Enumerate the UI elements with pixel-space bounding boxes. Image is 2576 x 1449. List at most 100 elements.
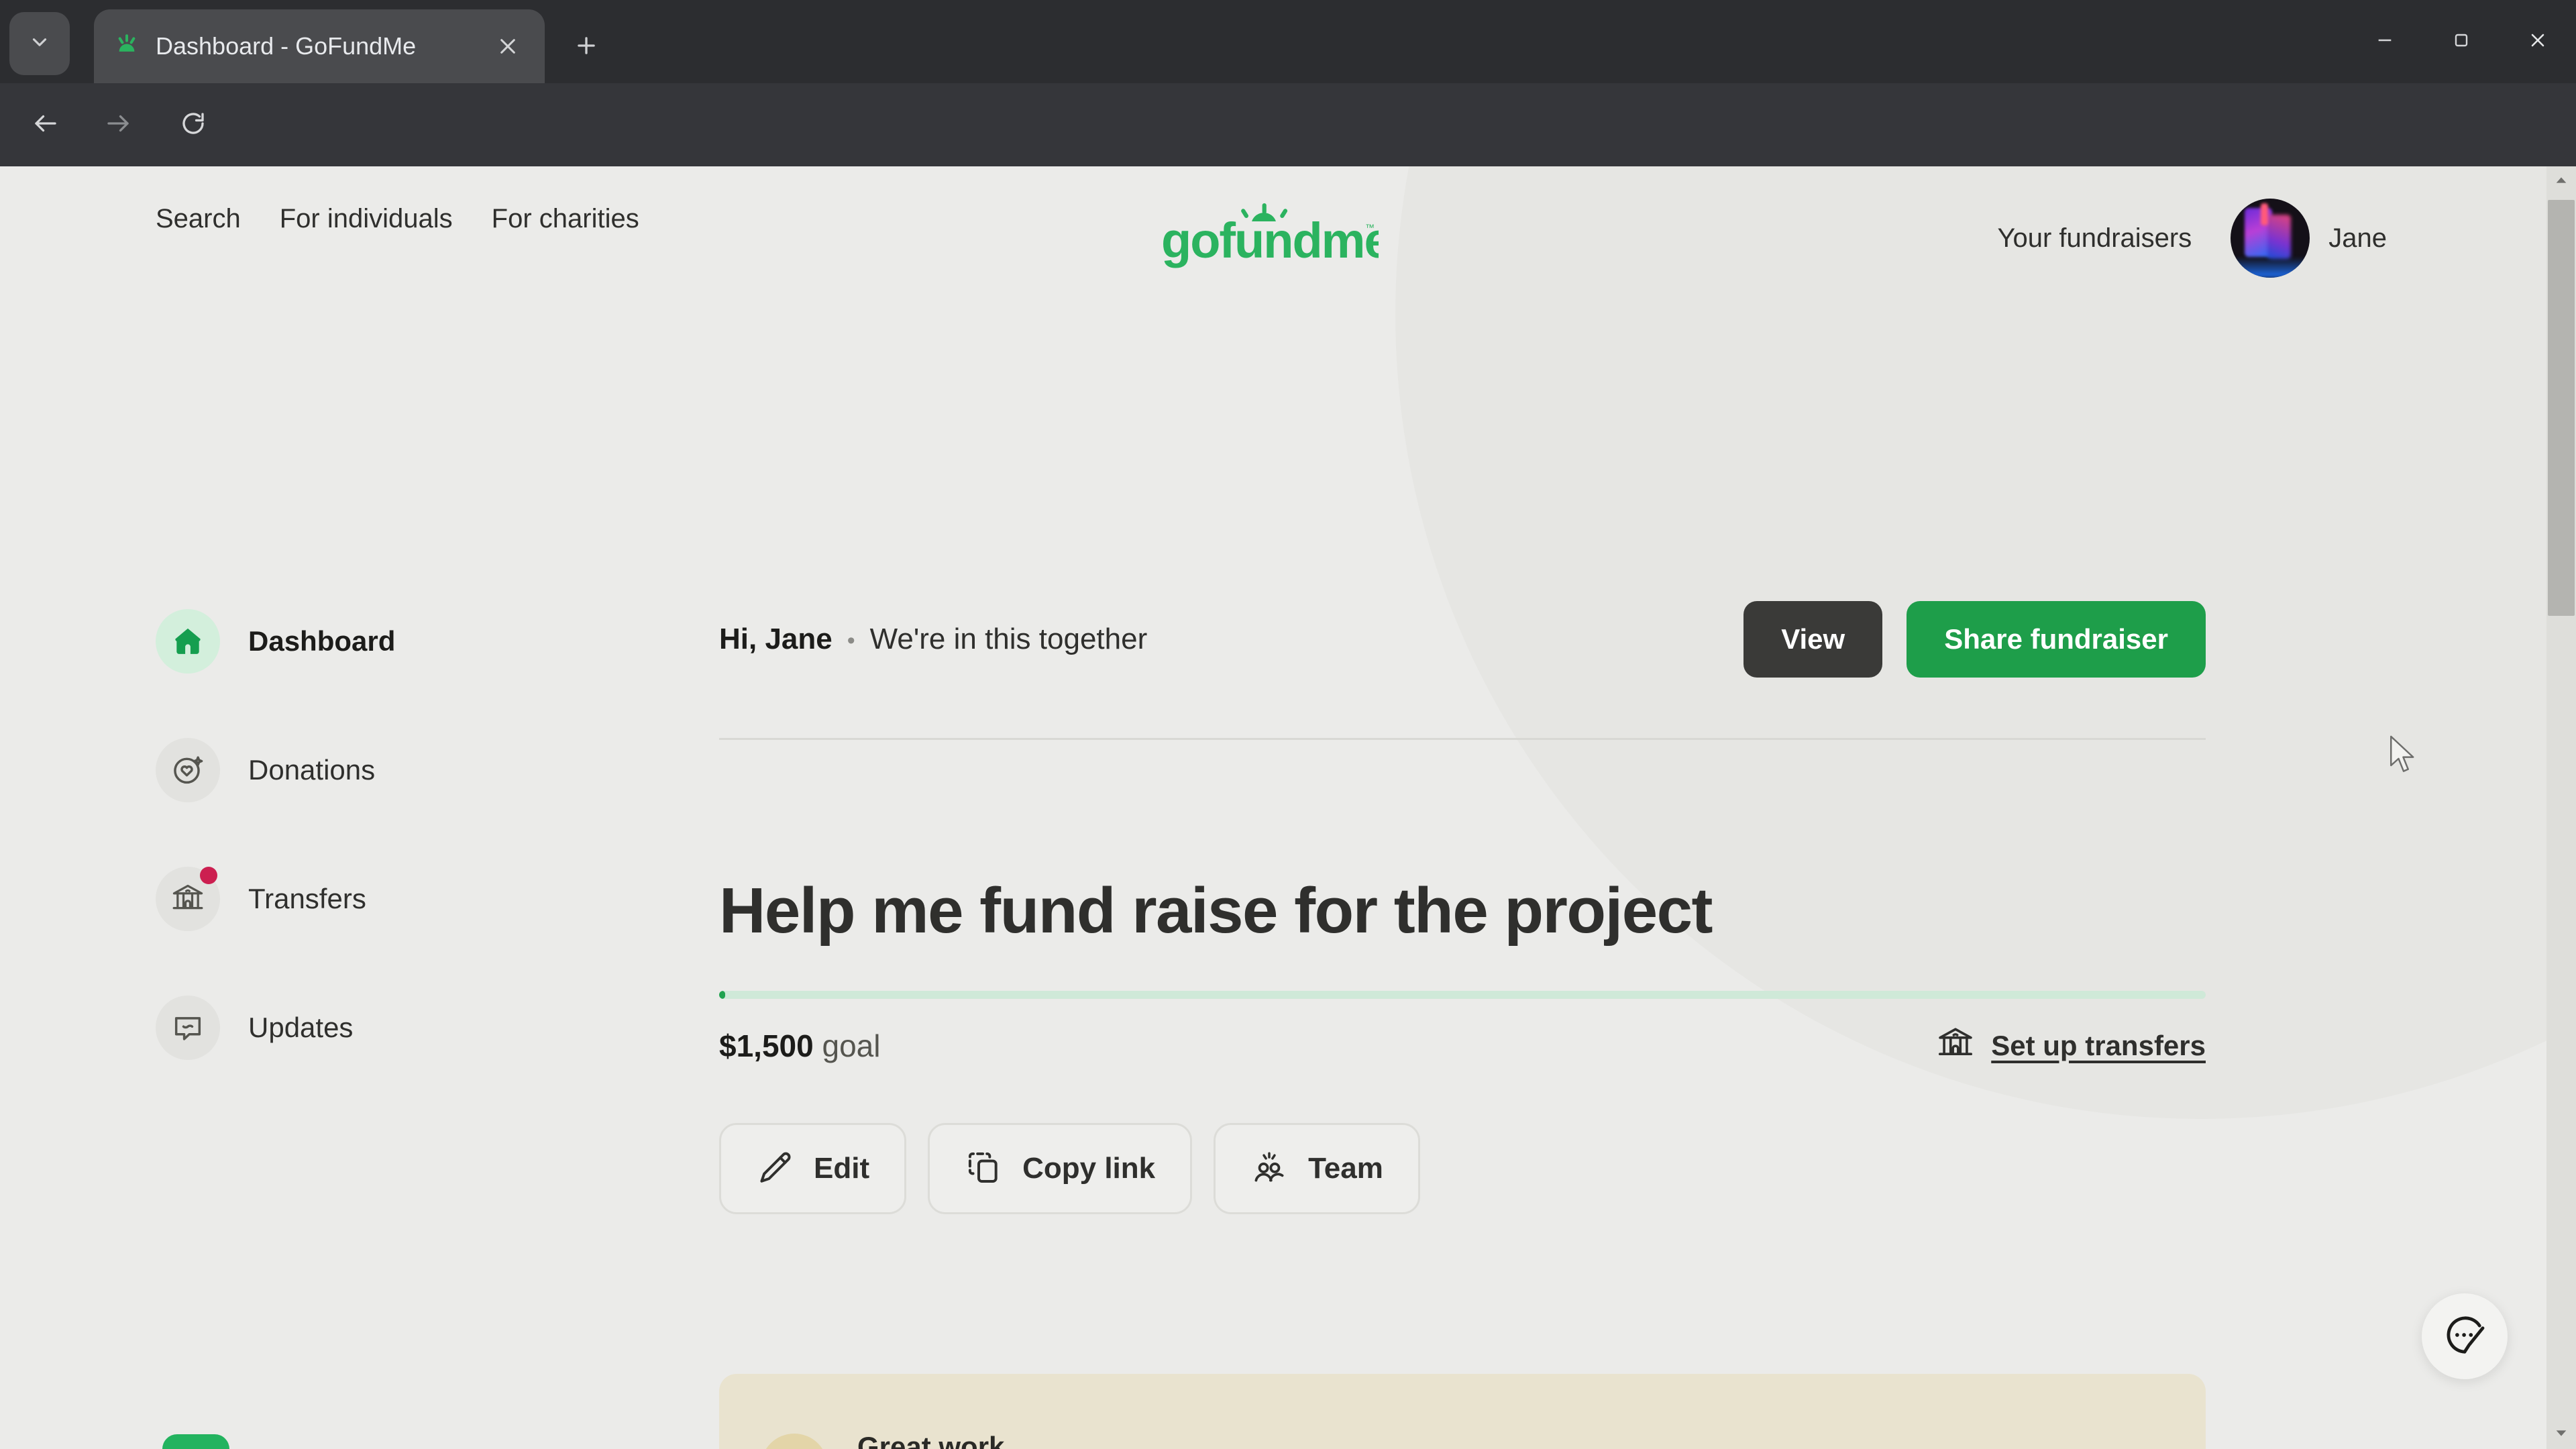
- gofundme-logo[interactable]: gofundme ™: [1157, 196, 1379, 270]
- chevron-down-icon: [28, 31, 51, 57]
- greeting-row: Hi, Jane • We're in this together View Sha…: [719, 582, 2206, 696]
- bank-icon: [1936, 1024, 1991, 1067]
- copy-link-button[interactable]: Copy link: [928, 1123, 1193, 1214]
- sidebar-item-updates[interactable]: Updates: [156, 996, 572, 1060]
- tip-headline-group: Great work 1 tip streak: [857, 1431, 1013, 1449]
- tab-title: Dashboard - GoFundMe: [156, 32, 417, 60]
- nav-for-charities-label: For charities: [491, 204, 639, 233]
- back-arrow-icon: [32, 109, 60, 141]
- site-header: Search For individuals For charities gof…: [0, 166, 2542, 301]
- sidebar-item-dashboard[interactable]: Dashboard: [156, 609, 572, 674]
- greeting-separator: •: [847, 627, 855, 653]
- primary-nav: Search For individuals For charities: [156, 204, 678, 242]
- greeting-name: Hi, Jane: [719, 623, 833, 655]
- close-window-button[interactable]: [2500, 0, 2576, 83]
- sidebar-item-dashboard-label: Dashboard: [248, 625, 396, 657]
- greeting-tagline: We're in this together: [869, 623, 1148, 655]
- nav-for-individuals[interactable]: For individuals: [279, 204, 466, 239]
- maximize-icon: [2451, 30, 2472, 54]
- dashboard-sidebar: Dashboard Donations Transfers Updates: [156, 609, 572, 1124]
- svg-text:gofundme: gofundme: [1161, 213, 1379, 268]
- scrollbar-thumb[interactable]: [2548, 200, 2575, 616]
- minimize-icon: [2374, 30, 2396, 54]
- pencil-icon: [756, 1148, 814, 1189]
- user-name[interactable]: Jane: [2328, 223, 2387, 254]
- campaign-actions: Edit Copy link Team: [719, 1123, 2206, 1214]
- donation-heart-icon: [156, 738, 220, 802]
- close-icon: [2527, 30, 2548, 54]
- browser-window: Dashboard - GoFundMe Search For individu…: [0, 0, 2576, 1449]
- tab-search-button[interactable]: [9, 12, 70, 75]
- close-icon[interactable]: [490, 28, 526, 64]
- browser-tab[interactable]: Dashboard - GoFundMe: [94, 9, 545, 83]
- greeting-actions: View Share fundraiser: [1743, 601, 2206, 678]
- browser-toolbar: gofundme.com/manage/help-me-fund-raise-f…: [0, 83, 2576, 237]
- goal-amount: $1,500: [719, 1028, 814, 1063]
- nav-for-individuals-label: For individuals: [279, 204, 453, 233]
- copy-link-label: Copy link: [1022, 1152, 1156, 1185]
- sidebar-item-updates-label: Updates: [248, 1012, 354, 1043]
- view-button[interactable]: View: [1743, 601, 1883, 678]
- gofundme-logo-icon: [113, 32, 141, 60]
- greeting: Hi, Jane • We're in this together: [719, 623, 1147, 656]
- set-up-transfers-label: Set up transfers: [1991, 1029, 2206, 1061]
- scroll-down-button[interactable]: [2546, 1419, 2576, 1449]
- sidebar-item-transfers-label: Transfers: [248, 883, 366, 914]
- dashboard-main: Hi, Jane • We're in this together View Sha…: [719, 582, 2206, 1449]
- reload-icon: [179, 109, 207, 141]
- share-fundraiser-button[interactable]: Share fundraiser: [1907, 601, 2206, 678]
- section-divider: [719, 738, 2206, 740]
- goal-progress-bar: [719, 991, 2206, 999]
- tab-strip: Dashboard - GoFundMe: [0, 0, 2576, 83]
- tip-title: Great work: [857, 1430, 1005, 1449]
- scroll-down-icon: [2554, 1426, 2569, 1444]
- team-button[interactable]: Team: [1214, 1123, 1420, 1214]
- scroll-up-icon: [2554, 172, 2569, 191]
- tip-card: Great work 1 tip streak Keep it up. C: [719, 1374, 2206, 1449]
- forward-button[interactable]: [94, 101, 142, 149]
- page-viewport: Search For individuals For charities gof…: [0, 166, 2576, 1449]
- goal-suffix: goal: [822, 1028, 881, 1063]
- sidebar-item-transfers[interactable]: Transfers: [156, 867, 572, 931]
- star-outline-icon: [761, 1434, 828, 1449]
- set-up-transfers-link[interactable]: Set up transfers: [1936, 1024, 2206, 1067]
- help-chat-button[interactable]: [2422, 1293, 2508, 1379]
- svg-text:™: ™: [1365, 222, 1375, 233]
- window-controls: [2347, 0, 2576, 83]
- sidebar-item-donations[interactable]: Donations: [156, 738, 572, 802]
- your-fundraisers-link[interactable]: Your fundraisers: [1997, 223, 2192, 254]
- new-tab-button[interactable]: [564, 24, 609, 70]
- mouse-cursor: [2388, 735, 2419, 775]
- goal-row: $1,500 goal Set up transfers: [719, 1024, 2206, 1067]
- chat-bubble-icon: [156, 996, 220, 1060]
- edit-button[interactable]: Edit: [719, 1123, 907, 1214]
- plus-icon: [574, 33, 599, 62]
- nav-search[interactable]: Search: [156, 204, 241, 242]
- goal-progress-fill: [719, 991, 725, 999]
- home-icon: [156, 609, 220, 674]
- maximize-button[interactable]: [2423, 0, 2500, 83]
- nav-search-label: Search: [156, 204, 241, 233]
- gofundme-app-icon: [162, 1434, 229, 1449]
- scroll-up-button[interactable]: [2546, 166, 2576, 196]
- team-label: Team: [1308, 1152, 1383, 1185]
- goal-amount-text: $1,500 goal: [719, 1028, 880, 1064]
- copy-icon: [965, 1148, 1022, 1189]
- avatar[interactable]: [2231, 199, 2310, 278]
- team-icon: [1250, 1148, 1308, 1189]
- page-title: Help me fund raise for the project: [719, 875, 1713, 947]
- minimize-button[interactable]: [2347, 0, 2423, 83]
- download-app-promo[interactable]: Download our free app: [162, 1434, 543, 1449]
- chat-help-icon: [2440, 1311, 2489, 1362]
- nav-for-charities[interactable]: For charities: [492, 204, 639, 234]
- edit-label: Edit: [814, 1152, 870, 1185]
- bank-icon: [156, 867, 220, 931]
- reload-button[interactable]: [169, 101, 217, 149]
- gofundme-wordmark-icon: gofundme ™: [1161, 203, 1379, 268]
- back-button[interactable]: [21, 101, 70, 149]
- notification-badge: [200, 867, 217, 884]
- page-scrollbar[interactable]: [2546, 166, 2576, 1449]
- gofundme-dashboard-page: Search For individuals For charities gof…: [0, 166, 2576, 1449]
- forward-arrow-icon: [104, 109, 132, 141]
- sidebar-item-donations-label: Donations: [248, 754, 376, 786]
